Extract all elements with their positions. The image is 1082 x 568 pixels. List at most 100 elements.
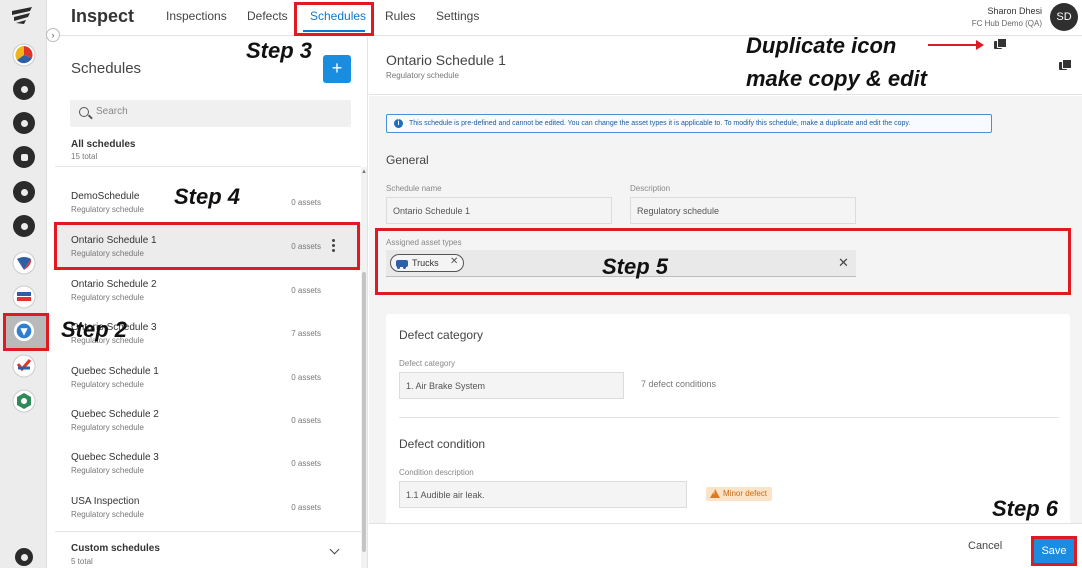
scroll-thumb[interactable] (362, 272, 366, 552)
schedule-type: Regulatory schedule (71, 423, 144, 432)
asset-chip-label: Trucks (412, 258, 439, 268)
app-icon-4[interactable] (12, 389, 36, 413)
tab-schedules[interactable]: Schedules (310, 9, 366, 23)
asset-chip-trucks[interactable]: Trucks ✕ (390, 254, 464, 272)
top-header: Inspect Inspections Defects Schedules Ru… (55, 0, 1082, 36)
location-icon[interactable] (13, 112, 35, 134)
general-heading: General (386, 153, 429, 167)
list-item-selected[interactable]: Ontario Schedule 1 Regulatory schedule 0… (55, 224, 361, 267)
step6-label: Step 6 (992, 496, 1059, 521)
schedule-name-field: Ontario Schedule 1 (386, 197, 612, 224)
collapse-rail-button[interactable]: › (46, 28, 60, 42)
list-scrollbar[interactable]: ▲ (361, 167, 367, 568)
schedule-asset-count: 7 assets (291, 329, 321, 338)
defect-card: Defect category Defect category 1. Air B… (386, 314, 1070, 523)
duplicate-icon[interactable] (1059, 59, 1072, 70)
app-rail (0, 0, 49, 568)
app-icon-1[interactable] (12, 251, 36, 275)
list-item[interactable]: USA Inspection Regulatory schedule 0 ass… (55, 485, 361, 528)
save-button[interactable]: Save (1031, 536, 1077, 566)
schedule-name: Ontario Schedule 1 (71, 235, 157, 246)
scroll-up-icon[interactable]: ▲ (361, 169, 367, 175)
app-logo[interactable] (10, 5, 36, 27)
card-divider (399, 417, 1059, 418)
list-divider (55, 166, 361, 167)
chevron-down-icon[interactable] (329, 544, 340, 555)
list-icon[interactable] (13, 146, 35, 168)
search-input[interactable] (96, 106, 336, 117)
description-field: Regulatory schedule (630, 197, 856, 224)
tab-defects[interactable]: Defects (247, 9, 288, 23)
schedule-name: Ontario Schedule 2 (71, 279, 157, 290)
schedule-asset-count: 0 assets (291, 198, 321, 207)
schedule-asset-count: 0 assets (291, 242, 321, 251)
all-schedules-count: 15 total (71, 152, 98, 161)
truck-icon (396, 260, 408, 269)
app-icon-2[interactable] (12, 285, 36, 309)
defect-category-label: Defect category (399, 359, 456, 368)
cancel-button[interactable]: Cancel (968, 540, 1002, 552)
defect-condition-heading: Defect condition (399, 437, 486, 451)
severity-label: Minor defect (723, 489, 768, 498)
info-banner: i This schedule is pre-defined and canno… (386, 114, 992, 133)
schedule-type: Regulatory schedule (71, 249, 144, 258)
schedule-type: Regulatory schedule (71, 205, 144, 214)
info-icon: i (394, 119, 403, 128)
clear-icon[interactable]: ✕ (838, 255, 849, 271)
inspect-app-icon[interactable] (13, 320, 35, 342)
active-tab-indicator (303, 30, 365, 32)
schedule-asset-count: 0 assets (291, 459, 321, 468)
pie-chart-icon[interactable] (12, 43, 36, 67)
condition-description-field: 1.1 Audible air leak. (399, 481, 687, 508)
info-text: This schedule is pre-defined and cannot … (409, 120, 911, 127)
wrench-icon[interactable] (13, 181, 35, 203)
search-icon (79, 107, 89, 117)
app-title: Inspect (71, 6, 135, 26)
tab-inspections[interactable]: Inspections (166, 9, 227, 23)
schedule-type: Regulatory schedule (71, 293, 144, 302)
user-org: FC Hub Demo (QA) (971, 19, 1042, 28)
close-icon[interactable] (15, 548, 33, 566)
all-schedules-heading: All schedules (71, 139, 136, 150)
schedules-title: Schedules (71, 60, 142, 77)
schedule-asset-count: 0 assets (291, 416, 321, 425)
search-box[interactable] (70, 100, 351, 127)
defect-conditions-count: 7 defect conditions (641, 379, 717, 389)
add-schedule-button[interactable]: + (323, 55, 351, 83)
schedule-name: Quebec Schedule 1 (71, 366, 159, 377)
detail-body: i This schedule is pre-defined and canno… (369, 96, 1082, 523)
schedule-asset-count: 0 assets (291, 373, 321, 382)
list-item[interactable]: Quebec Schedule 3 Regulatory schedule 0 … (55, 441, 361, 484)
bar-chart-icon[interactable] (13, 78, 35, 100)
custom-schedules-section[interactable]: Custom schedules 5 total (55, 531, 361, 568)
arrow-right-icon (928, 40, 984, 50)
avatar[interactable]: SD (1050, 3, 1078, 31)
schedule-type: Regulatory schedule (71, 380, 144, 389)
schedule-name-label: Schedule name (386, 184, 442, 193)
gear-icon[interactable] (13, 215, 35, 237)
schedule-type: Regulatory schedule (71, 466, 144, 475)
condition-description-label: Condition description (399, 468, 474, 477)
user-name: Sharon Dhesi (987, 6, 1042, 16)
defect-category-heading: Defect category (399, 328, 484, 342)
list-item[interactable]: Ontario Schedule 2 Regulatory schedule 0… (55, 268, 361, 311)
more-options-icon[interactable] (332, 239, 335, 252)
list-item[interactable]: Quebec Schedule 2 Regulatory schedule 0 … (55, 398, 361, 441)
step2-label: Step 2 (61, 317, 128, 342)
schedule-type: Regulatory schedule (71, 510, 144, 519)
detail-title: Ontario Schedule 1 (386, 52, 506, 68)
custom-schedules-heading: Custom schedules (71, 543, 160, 554)
warning-icon (710, 489, 720, 498)
tab-rules[interactable]: Rules (385, 9, 416, 23)
defect-category-field: 1. Air Brake System (399, 372, 624, 399)
duplicate-annotation-line1: Duplicate icon (746, 33, 897, 58)
tab-settings[interactable]: Settings (436, 9, 479, 23)
step3-label: Step 3 (246, 38, 313, 63)
schedule-name: DemoSchedule (71, 191, 140, 202)
app-icon-3[interactable] (12, 354, 36, 378)
schedule-name: Quebec Schedule 3 (71, 452, 159, 463)
chip-remove-icon[interactable]: ✕ (450, 256, 458, 267)
list-item[interactable]: Quebec Schedule 1 Regulatory schedule 0 … (55, 355, 361, 398)
assigned-asset-types-label: Assigned asset types (386, 238, 462, 247)
schedules-panel: Schedules + All schedules 15 total DemoS… (55, 37, 368, 568)
